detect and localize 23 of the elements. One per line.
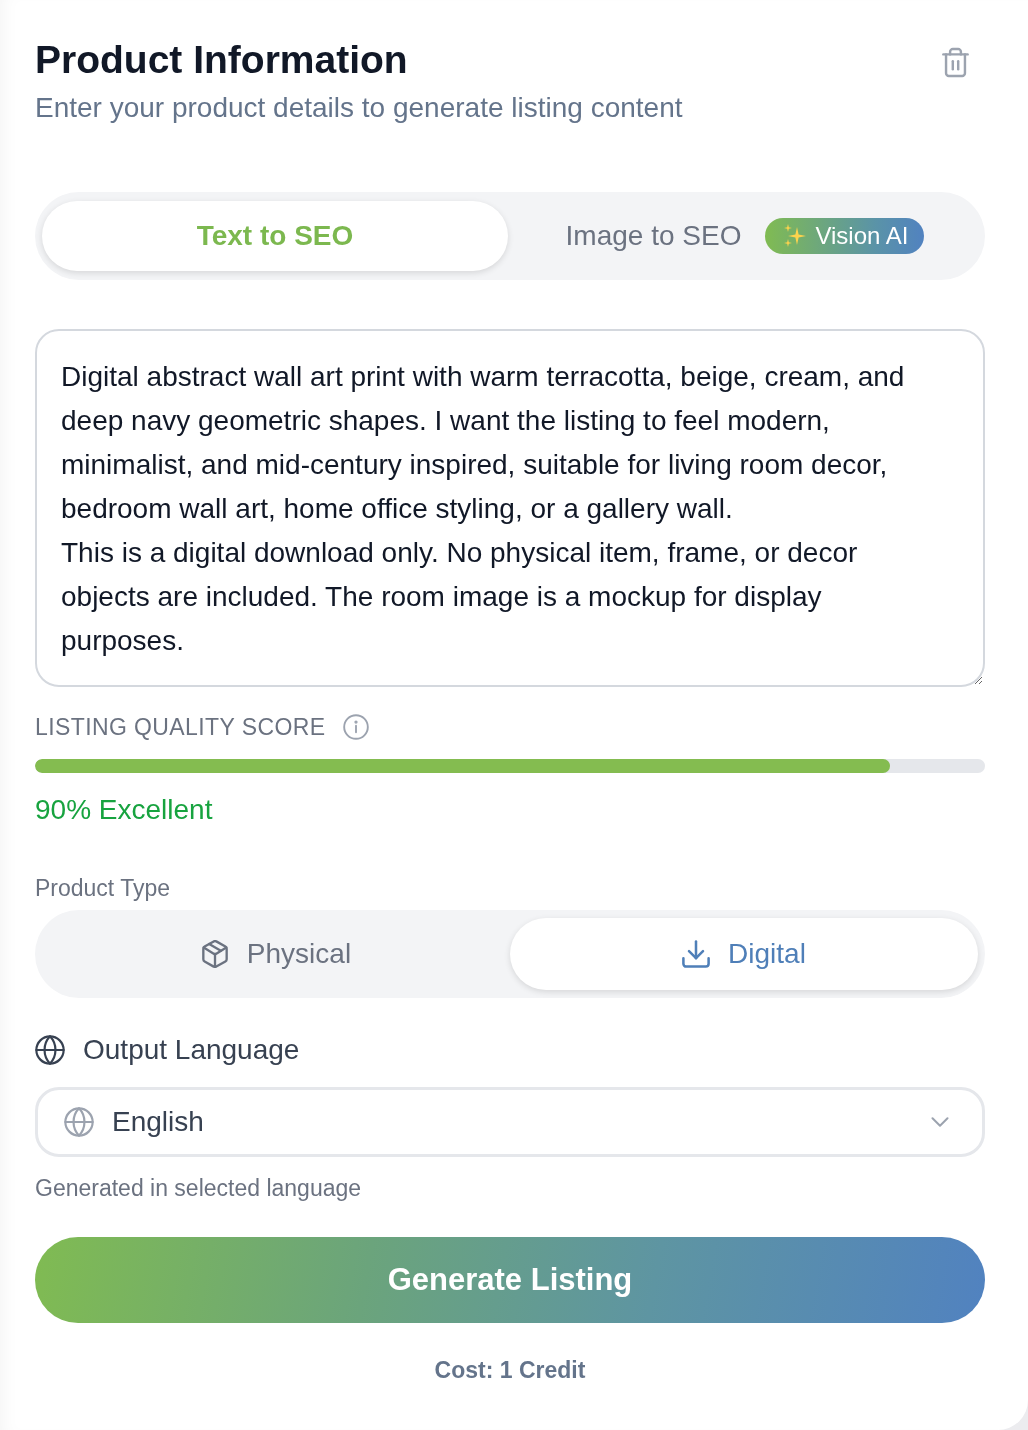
globe-icon <box>35 1035 65 1065</box>
mode-tab[interactable]: Image to SEO Vision AI <box>512 201 978 271</box>
panel-title: Product Information <box>35 37 409 83</box>
download-icon <box>682 940 711 968</box>
globe-icon <box>64 1107 94 1137</box>
cost-label: Cost: 1 Credit <box>433 1358 587 1382</box>
generate-listing-button[interactable]: Generate Listing <box>35 1237 985 1323</box>
product-type-label: Product Type <box>35 876 172 900</box>
mode-tab[interactable]: Text to SEO <box>42 201 508 271</box>
language-select[interactable]: English <box>35 1087 985 1157</box>
chevron-down-icon <box>931 1117 949 1127</box>
panel-subtitle: Enter your product details to generate listing content <box>35 92 683 124</box>
description-field[interactable]: Digital abstract wall art print with warm terracotta, beige, cream, and deep navy geometric shapes. I want the listing to feel modern, minimalist, and mid-century inspired, suitable for living room decor, bedroom wall art, home office styling, or a gallery wall. This is a digital download only. No physical item, frame, or decor objects are included. The room image is a mockup for display purposes. <box>35 329 985 687</box>
product-type-option[interactable]: Physical <box>42 918 510 990</box>
language-hint: Generated in selected language <box>35 1176 363 1200</box>
quality-score-reading: 90% Excellent <box>35 794 214 826</box>
product-type-option[interactable]: Digital <box>510 918 978 990</box>
delete-icon[interactable] <box>942 47 969 78</box>
info-icon[interactable] <box>343 714 370 740</box>
package-icon <box>200 940 229 968</box>
quality-score-label: LISTING QUALITY SCORE <box>35 715 326 739</box>
output-language-label: Output Language <box>83 1034 300 1066</box>
feature-name: Vision AI <box>815 222 909 250</box>
